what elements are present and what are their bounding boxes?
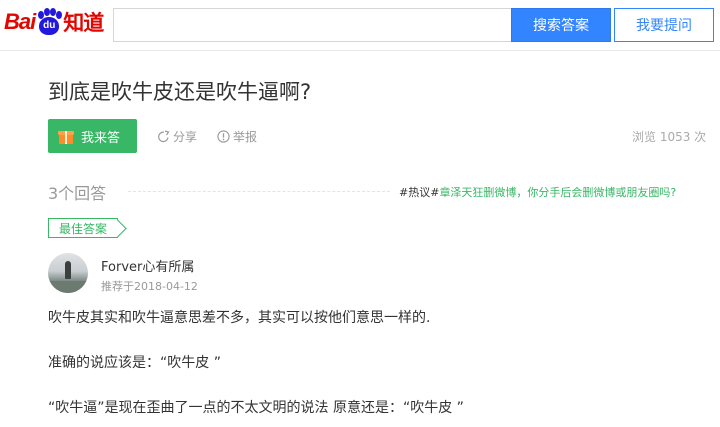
answer-paragraph: “吹牛逼”是现在歪曲了一点的不太文明的说法 原意还是：“吹牛皮 ” [48,400,464,416]
ask-question-button[interactable]: 我要提问 [614,8,714,42]
avatar[interactable] [48,253,88,293]
answer-paragraph: 准确的说应该是：“吹牛皮 ” [48,355,221,371]
share-label: 分享 [173,130,198,144]
share-icon [158,130,170,143]
logo-bai-text: Bai [4,9,36,34]
best-answer-label: 最佳答案 [58,221,107,236]
baidu-zhidao-logo[interactable]: Bai du 知道 [4,4,104,40]
report-link[interactable]: 举报 [217,128,257,145]
report-label: 举报 [233,130,258,144]
share-link[interactable]: 分享 [157,128,197,145]
hot-topic-link[interactable]: 章泽天狂删微博，你分手后会删微博或朋友圈吗? [439,186,676,199]
logo-du-text: du [43,20,56,31]
search-input[interactable] [113,8,511,42]
search-button[interactable]: 搜索答案 [511,8,611,42]
divider-dashed [128,191,390,192]
answer-date: 推荐于2018-04-12 [101,280,198,293]
answer-count: 3个回答 [48,184,107,203]
answer-button-label: 我来答 [81,130,121,146]
question-title: 到底是吹牛皮还是吹牛逼啊? [48,80,312,104]
report-icon [217,130,230,143]
header-divider [0,50,720,51]
hot-topic-tag: #热议# [399,186,440,199]
gift-icon [58,129,74,144]
answer-button[interactable]: 我来答 [48,119,137,153]
answer-paragraph: 吹牛皮其实和吹牛逼意思差不多，其实可以按他们意思一样的. [48,310,431,326]
logo-zhidao-text: 知道 [63,11,104,35]
hot-topic[interactable]: #热议#章泽天狂删微博，你分手后会删微博或朋友圈吗? [399,184,676,200]
paw-icon: du [36,8,63,36]
view-count: 浏览 1053 次 [632,130,707,144]
top-bar: Bai du 知道 搜索答案 我要提问 [0,0,720,50]
best-answer-badge: 最佳答案 [48,218,118,238]
answerer-name[interactable]: Forver心有所属 [101,256,194,275]
